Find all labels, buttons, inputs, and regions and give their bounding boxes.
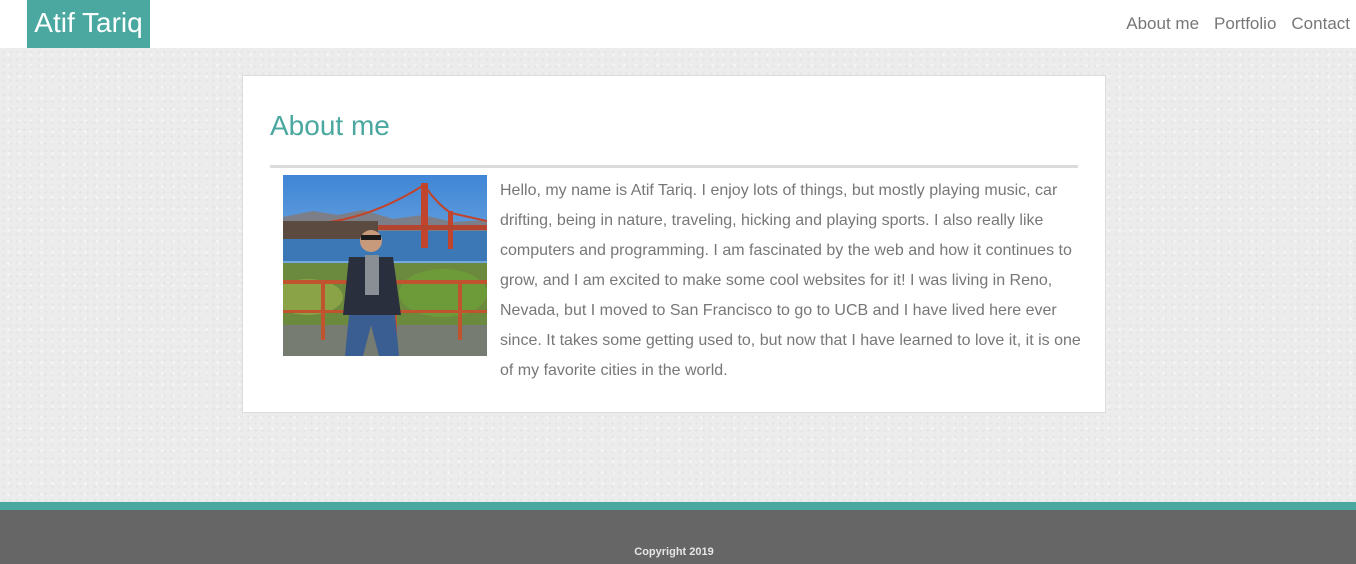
footer-accent-band [0, 502, 1356, 510]
nav-link-about-me[interactable]: About me [1126, 0, 1199, 48]
brand-logo-link[interactable]: Atif Tariq [27, 0, 150, 48]
about-heading: About me [270, 110, 390, 141]
nav-menu: About me Portfolio Contact [1111, 0, 1350, 48]
copyright-text: Copyright 2019 [634, 546, 714, 558]
heading-divider [270, 165, 1078, 168]
top-navbar: Atif Tariq About me Portfolio Contact [0, 0, 1356, 48]
page-footer: Copyright 2019 [0, 510, 1356, 564]
about-bio-text: Hello, my name is Atif Tariq. I enjoy lo… [500, 182, 1081, 379]
about-card: About me Hello, my name is Atif Tariq. I… [242, 75, 1106, 413]
nav-link-portfolio[interactable]: Portfolio [1214, 0, 1276, 48]
profile-photo [283, 175, 487, 356]
nav-link-contact[interactable]: Contact [1291, 0, 1350, 48]
